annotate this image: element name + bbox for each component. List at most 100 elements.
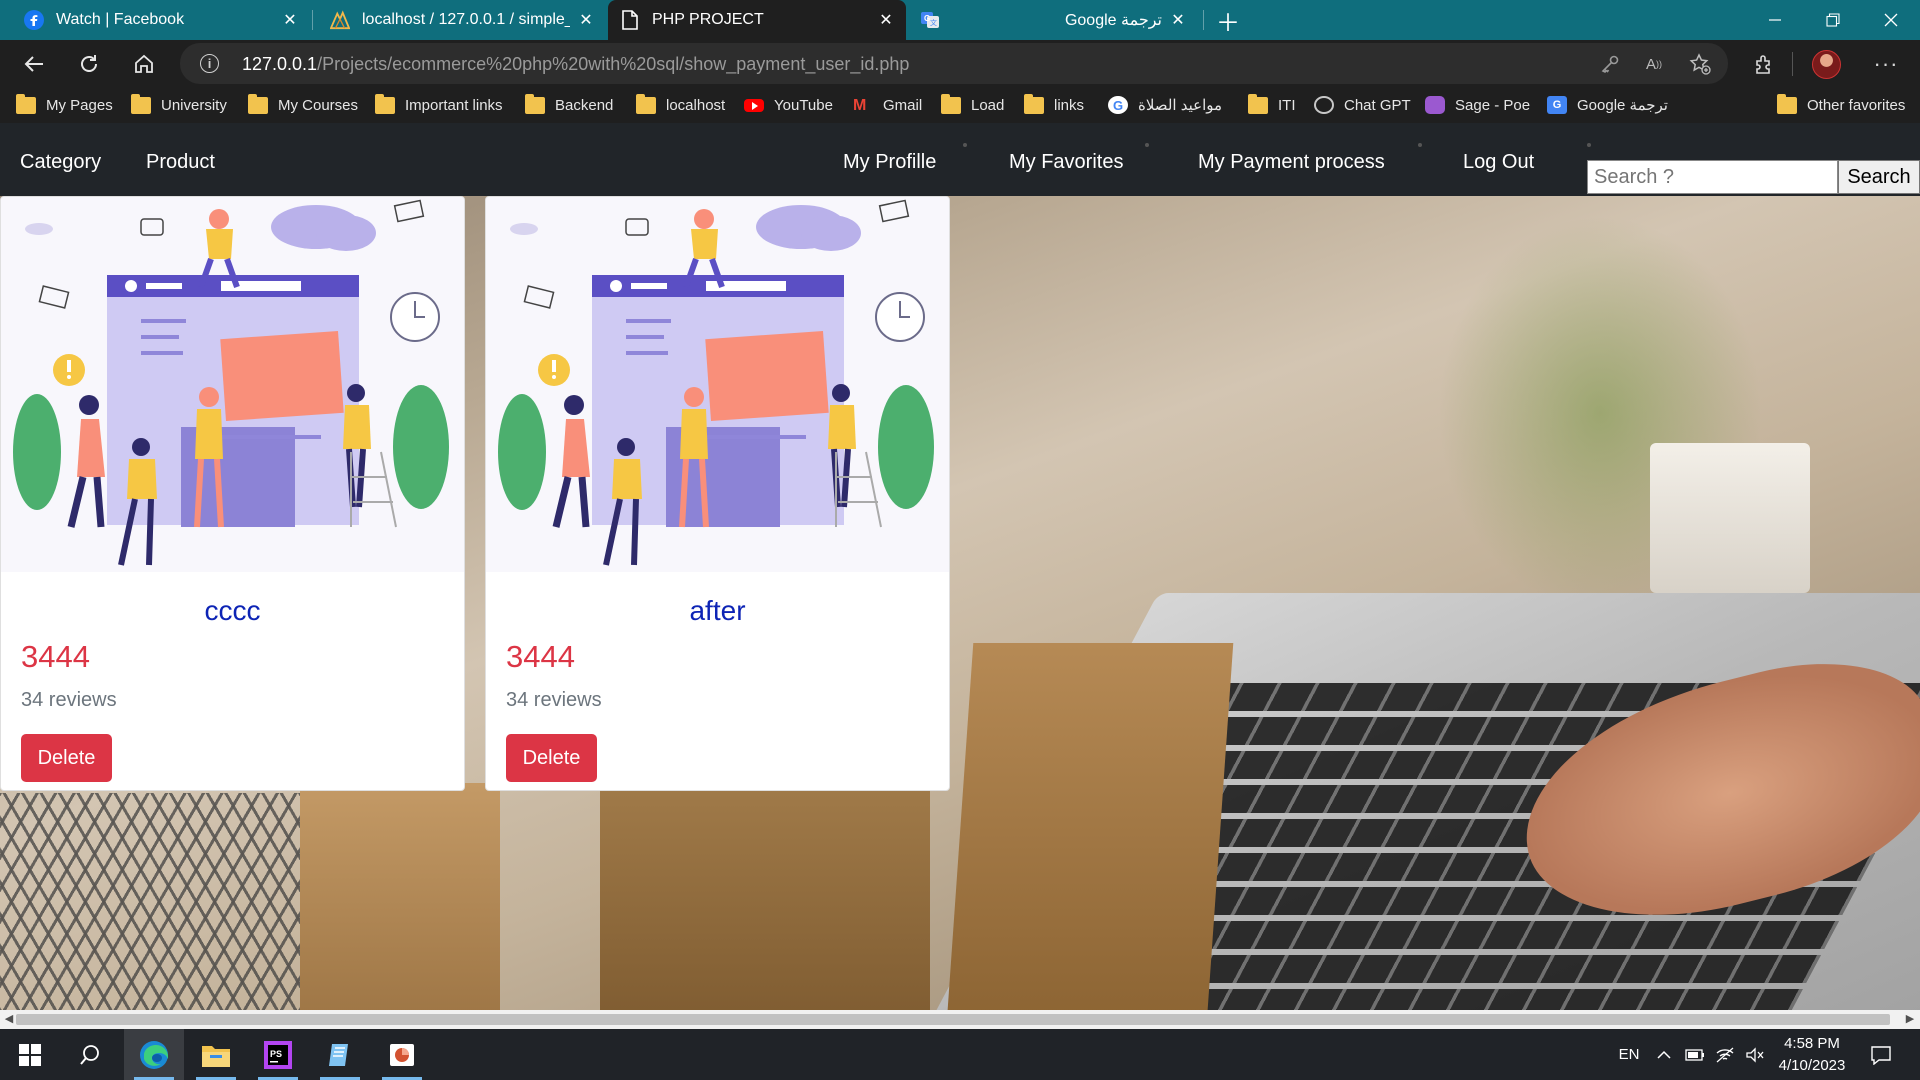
edge-icon[interactable] <box>124 1029 184 1080</box>
folder-icon <box>248 93 268 114</box>
product-image <box>1 197 464 572</box>
tab-phpmyadmin[interactable]: localhost / 127.0.0.1 / simple_ecc ✕ <box>318 0 606 40</box>
file-explorer-icon[interactable] <box>186 1029 246 1080</box>
site-info-icon[interactable]: i <box>200 54 219 73</box>
fav-my-pages[interactable]: My Pages <box>16 93 113 116</box>
fav-load[interactable]: Load <box>941 93 1005 116</box>
nav-category[interactable]: Category <box>20 123 101 196</box>
nav-my-favorites[interactable]: My Favorites <box>1009 123 1123 196</box>
refresh-button[interactable] <box>71 46 107 82</box>
svg-text:PS: PS <box>270 1049 282 1059</box>
chevron-up-icon[interactable] <box>1652 1029 1676 1080</box>
delete-button[interactable]: Delete <box>506 734 597 782</box>
fav-label: My Pages <box>46 96 113 114</box>
nav-log-out[interactable]: Log Out <box>1463 123 1534 196</box>
fav-label: Load <box>971 96 1005 114</box>
folder-icon <box>1024 93 1044 114</box>
scroll-left-icon[interactable]: ◀ <box>3 1013 15 1025</box>
product-name[interactable]: cccc <box>1 595 464 627</box>
nav-my-payment-process[interactable]: My Payment process <box>1198 123 1385 196</box>
search-icon[interactable] <box>60 1029 120 1080</box>
close-tab-icon[interactable]: ✕ <box>282 12 298 29</box>
add-favorite-icon[interactable] <box>1688 52 1712 76</box>
horizontal-scrollbar[interactable]: ◀ ▶ <box>0 1010 1920 1029</box>
product-name[interactable]: after <box>486 595 949 627</box>
fav-links[interactable]: links <box>1024 93 1084 116</box>
product-card: after 3444 34 reviews Delete <box>485 196 950 791</box>
fav-my-courses[interactable]: My Courses <box>248 93 358 116</box>
home-button[interactable] <box>126 46 162 82</box>
tab-separator <box>1203 10 1204 30</box>
network-icon[interactable] <box>1712 1029 1738 1080</box>
clock-time: 4:58 PM <box>1784 1035 1840 1052</box>
google-icon: G <box>1108 96 1128 114</box>
notepad-icon[interactable] <box>310 1029 370 1080</box>
tab-google-translate[interactable]: G文 ترجمة Google ✕ <box>908 0 1198 40</box>
close-tab-icon[interactable]: ✕ <box>878 12 894 29</box>
back-button[interactable] <box>16 46 52 82</box>
fav-prayer-times[interactable]: G مواعيد الصلاة <box>1108 94 1222 116</box>
scroll-right-icon[interactable]: ▶ <box>1904 1013 1916 1025</box>
favorites-bar: My Pages University My Courses Important… <box>0 87 1920 123</box>
product-card: cccc 3444 34 reviews Delete <box>0 196 465 791</box>
folder-icon <box>525 93 545 114</box>
battery-icon[interactable] <box>1682 1029 1708 1080</box>
fav-gmail[interactable]: M Gmail <box>853 94 922 116</box>
start-icon[interactable] <box>0 1029 60 1080</box>
search-button[interactable]: Search <box>1838 160 1920 194</box>
language-indicator[interactable]: EN <box>1614 1029 1644 1080</box>
folder-icon <box>1777 93 1797 114</box>
fav-label: YouTube <box>774 96 833 114</box>
browser-tab-strip: Watch | Facebook ✕ localhost / 127.0.0.1… <box>0 0 1920 40</box>
restore-button[interactable] <box>1804 0 1862 40</box>
tab-separator <box>312 10 313 30</box>
notifications-icon[interactable] <box>1864 1029 1898 1080</box>
youtube-icon <box>744 98 764 112</box>
powerpoint-icon[interactable] <box>372 1029 432 1080</box>
folder-icon <box>1248 93 1268 114</box>
url-host: 127.0.0.1 <box>242 54 318 74</box>
fav-label: Sage - Poe <box>1455 96 1531 114</box>
fav-youtube[interactable]: YouTube <box>744 94 833 116</box>
fav-google-translate[interactable]: G Google ترجمة <box>1547 94 1668 116</box>
fav-other-favorites[interactable]: Other favorites <box>1777 93 1905 116</box>
search-input[interactable] <box>1587 160 1838 194</box>
browser-toolbar: i 127.0.0.1/Projects/ecommerce%20php%20w… <box>0 40 1920 87</box>
product-image <box>486 197 949 572</box>
fav-iti[interactable]: ITI <box>1248 93 1296 116</box>
page-icon <box>620 10 640 30</box>
key-icon[interactable] <box>1598 52 1622 76</box>
svg-text:文: 文 <box>930 18 937 27</box>
phpstorm-icon[interactable]: PS <box>248 1029 308 1080</box>
profile-avatar[interactable] <box>1812 50 1841 79</box>
extensions-icon[interactable] <box>1746 46 1782 82</box>
fav-chat-gpt[interactable]: Chat GPT <box>1314 94 1411 116</box>
volume-muted-icon[interactable] <box>1742 1029 1768 1080</box>
nav-my-profile[interactable]: My Profille <box>843 123 936 196</box>
folder-icon <box>375 93 395 114</box>
tab-facebook[interactable]: Watch | Facebook ✕ <box>12 0 310 40</box>
address-bar[interactable]: i 127.0.0.1/Projects/ecommerce%20php%20w… <box>180 43 1728 84</box>
close-window-button[interactable] <box>1862 0 1920 40</box>
close-tab-icon[interactable]: ✕ <box>1170 12 1186 29</box>
tab-php-project[interactable]: PHP PROJECT ✕ <box>608 0 906 40</box>
fav-label: Gmail <box>883 96 923 114</box>
scrollbar-thumb[interactable] <box>16 1014 1890 1025</box>
minimize-button[interactable] <box>1746 0 1804 40</box>
fav-university[interactable]: University <box>131 93 227 116</box>
taskbar-clock[interactable]: 4:58 PM 4/10/2023 <box>1768 1033 1856 1077</box>
tab-title: PHP PROJECT <box>652 11 764 28</box>
delete-button[interactable]: Delete <box>21 734 112 782</box>
read-aloud-icon[interactable]: A)) <box>1642 52 1666 76</box>
nav-product[interactable]: Product <box>146 123 215 196</box>
fav-localhost[interactable]: localhost <box>636 93 725 116</box>
url-text[interactable]: 127.0.0.1/Projects/ecommerce%20php%20wit… <box>242 54 909 75</box>
fav-important-links[interactable]: Important links <box>375 93 503 116</box>
fav-sage-poe[interactable]: Sage - Poe <box>1425 94 1530 116</box>
more-options-icon[interactable]: ··· <box>1868 46 1904 82</box>
fav-label: Chat GPT <box>1344 96 1411 114</box>
new-tab-button[interactable]: ＋ <box>1212 4 1244 37</box>
close-tab-icon[interactable]: ✕ <box>578 12 594 29</box>
fav-backend[interactable]: Backend <box>525 93 613 116</box>
google-translate-icon: G文 <box>920 10 940 30</box>
